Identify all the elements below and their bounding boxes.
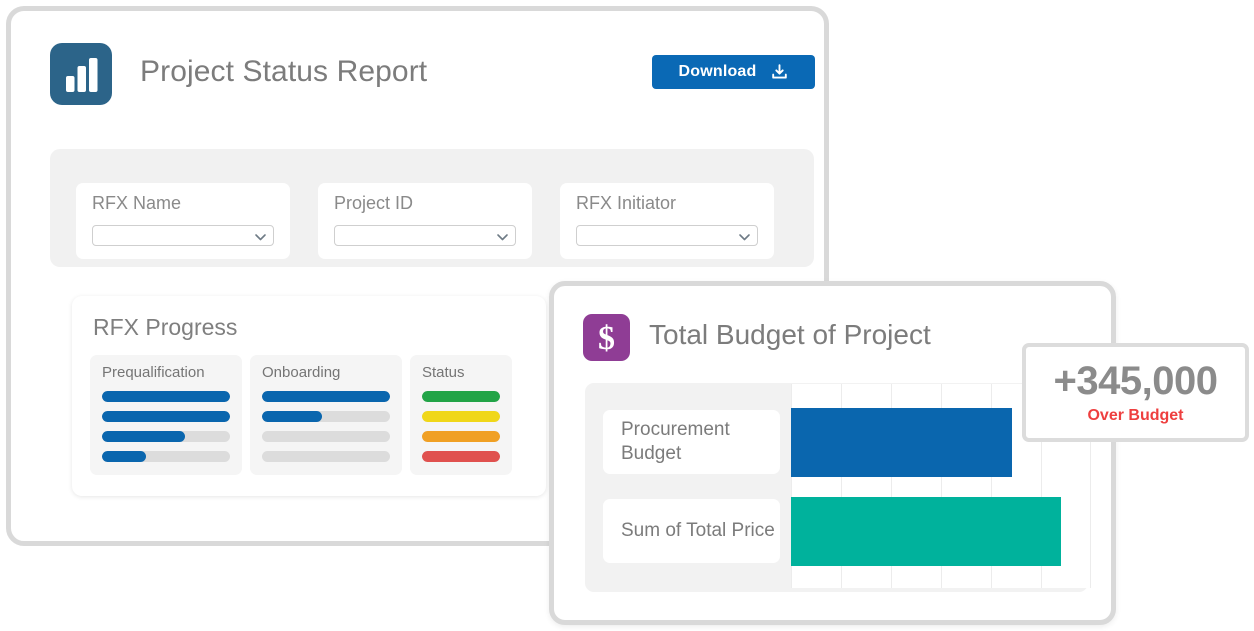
filter-card-rfx-name: RFX Name [76,183,290,259]
total-budget-card: $ Total Budget of Project Procurement Bu… [549,281,1116,625]
chevron-down-icon [738,230,751,248]
progress-bar-track [422,451,500,462]
chart-category-label-procurement-budget: Procurement Budget [603,410,780,474]
progress-bar-track [102,451,230,462]
filter-card-rfx-initiator: RFX Initiator [560,183,774,259]
progress-bar-track [422,431,500,442]
bar-sum-of-total-price [791,497,1061,566]
filter-label-project-id: Project ID [334,193,414,213]
filters-panel: RFX Name Project ID RFX Initiator [50,149,814,267]
progress-column-prequalification: Prequalification [90,355,242,475]
progress-column-status: Status [410,355,512,475]
rfx-progress-panel: RFX Progress Prequalification Onboarding… [72,296,546,496]
chevron-down-icon [496,230,509,248]
progress-bar-track [102,391,230,402]
progress-bar-track [262,411,390,422]
progress-bar-track [262,391,390,402]
progress-bar-fill [102,411,230,422]
progress-bar-track [102,411,230,422]
over-budget-callout: +345,000 Over Budget [1022,343,1249,442]
budget-chart-panel: Procurement Budget Sum of Total Price [585,383,1091,592]
progress-bar-fill [102,431,186,442]
filter-label-rfx-name: RFX Name [92,193,182,213]
bar-procurement-budget [791,408,1012,477]
bar-chart-icon [50,43,112,105]
filter-label-rfx-initiator: RFX Initiator [576,193,677,213]
page-title: Project Status Report [140,55,428,88]
progress-bar-fill [422,411,500,422]
svg-text:$: $ [598,320,615,357]
progress-bar-fill [262,411,323,422]
progress-bars-onboarding [262,391,390,462]
progress-bar-fill [422,431,500,442]
chart-category-label-sum-of-total-price: Sum of Total Price [603,499,780,563]
progress-column-onboarding: Onboarding [250,355,402,475]
over-budget-caption: Over Budget [1087,406,1184,424]
progress-bar-track [262,451,390,462]
report-header: Project Status Report Download [50,43,815,105]
download-button[interactable]: Download [652,55,815,89]
project-id-select[interactable] [334,225,516,246]
progress-column-label: Status [422,364,465,381]
progress-column-label: Prequalification [102,364,205,381]
budget-title: Total Budget of Project [649,319,931,350]
download-icon [770,63,789,82]
progress-column-label: Onboarding [262,364,341,381]
progress-bar-fill [102,391,230,402]
rfx-name-select[interactable] [92,225,274,246]
progress-bars-prequalification [102,391,230,462]
rfx-progress-title: RFX Progress [93,314,238,340]
chevron-down-icon [254,230,267,248]
progress-bar-fill [262,391,390,402]
progress-bar-track [422,411,500,422]
over-budget-value: +345,000 [1053,358,1218,403]
progress-bar-track [422,391,500,402]
progress-bar-fill [422,391,500,402]
progress-bar-fill [102,451,146,462]
filter-card-project-id: Project ID [318,183,532,259]
download-button-label: Download [678,63,757,80]
progress-bar-track [262,431,390,442]
progress-bar-track [102,431,230,442]
rfx-initiator-select[interactable] [576,225,758,246]
dollar-icon: $ [583,314,630,361]
progress-bars-status [422,391,500,462]
progress-bar-fill [422,451,500,462]
